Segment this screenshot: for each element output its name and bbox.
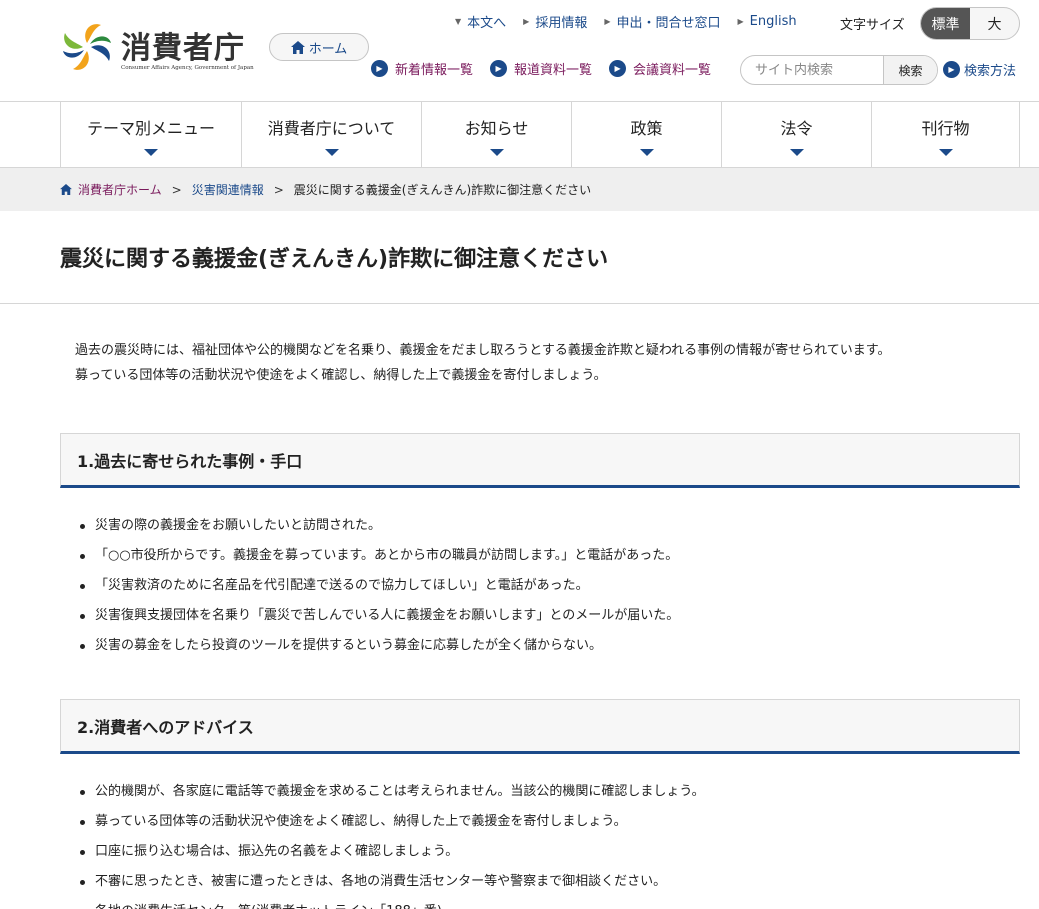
- circle-arrow-icon: ▶: [943, 61, 960, 78]
- home-icon: [290, 40, 305, 54]
- logo-subtitle: Consumer Affairs Agency, Government of J…: [121, 65, 254, 71]
- sublink-label: 報道資料一覧: [514, 63, 593, 78]
- toplink-label: 申出・問合せ窓口: [616, 16, 721, 31]
- toplink-label: English: [749, 14, 797, 29]
- header-sublinks: ▶ 新着情報一覧 ▶ 報道資料一覧 ▶ 会議資料一覧: [371, 59, 728, 78]
- list-item: 口座に振り込む場合は、振込先の名義をよく確認しましょう。: [77, 837, 1039, 867]
- top-links: ▼ 本文へ ▶ 採用情報 ▶ 申出・問合せ窓口 ▶ English: [455, 12, 814, 31]
- caret-down-icon: [938, 148, 953, 156]
- nav-label: 政策: [630, 118, 663, 138]
- breadcrumb-disaster-info[interactable]: 災害関連情報: [192, 181, 264, 198]
- list-item[interactable]: 各地の消費生活センター等(消費者ホットライン「188」番): [77, 897, 1039, 909]
- sublink-news-list[interactable]: ▶ 新着情報一覧: [371, 59, 473, 78]
- page-title: 震災に関する義援金(ぎえんきん)詐欺に御注意ください: [0, 211, 1039, 304]
- breadcrumb: 消費者庁ホーム > 災害関連情報 > 震災に関する義援金(ぎえんきん)詐欺に御注…: [0, 168, 1039, 211]
- pinwheel-logo-icon: [63, 24, 111, 70]
- nav-law[interactable]: 法令: [721, 102, 871, 168]
- section2-sublist: 各地の消費生活センター等(消費者ホットライン「188」番): [0, 897, 1039, 909]
- breadcrumb-home-label: 消費者庁ホーム: [78, 183, 162, 197]
- search-input[interactable]: [741, 56, 883, 84]
- toplink-english[interactable]: ▶ English: [738, 14, 797, 29]
- home-icon: [60, 184, 72, 195]
- toplink-recruit[interactable]: ▶ 採用情報: [523, 12, 587, 31]
- list-item: 災害の際の義援金をお願いしたいと訪問された。: [77, 511, 1039, 541]
- breadcrumb-separator: >: [273, 182, 284, 197]
- list-item: 災害復興支援団体を名乗り「震災で苦しんでいる人に義援金をお願いします」とのメール…: [77, 601, 1039, 631]
- toplink-label: 本文へ: [467, 16, 507, 31]
- section2-list: 公的機関が、各家庭に電話等で義援金を求めることは考えられません。当該公的機関に確…: [0, 777, 1039, 897]
- triangle-right-icon: ▶: [737, 17, 744, 26]
- toplink-skip-to-content[interactable]: ▼ 本文へ: [455, 12, 506, 31]
- sublink-label: 会議資料一覧: [633, 63, 712, 78]
- nav-about[interactable]: 消費者庁について: [241, 102, 421, 168]
- global-nav: テーマ別メニュー 消費者庁について お知らせ 政策 法令 刊行物: [0, 102, 1039, 168]
- nav-label: お知らせ: [464, 118, 529, 138]
- circle-arrow-icon: ▶: [609, 60, 627, 77]
- caret-down-icon: [639, 148, 654, 156]
- sublink-label: 新着情報一覧: [395, 63, 474, 78]
- font-size-label: 文字サイズ: [840, 18, 905, 33]
- list-item: 公的機関が、各家庭に電話等で義援金を求めることは考えられません。当該公的機関に確…: [77, 777, 1039, 807]
- triangle-right-icon: ▶: [604, 17, 611, 26]
- font-size-switcher: 標準 大: [920, 7, 1020, 40]
- font-size-standard-button[interactable]: 標準: [921, 8, 970, 39]
- intro-text: 過去の震災時には、福祉団体や公的機関などを名乗り、義援金をだまし取ろうとする義援…: [0, 304, 1039, 388]
- sublink-meeting-list[interactable]: ▶ 会議資料一覧: [609, 59, 711, 78]
- caret-down-icon: [144, 148, 158, 156]
- home-button[interactable]: ホーム: [269, 33, 369, 61]
- font-size-large-button[interactable]: 大: [970, 8, 1019, 39]
- breadcrumb-current: 震災に関する義援金(ぎえんきん)詐欺に御注意ください: [293, 183, 592, 197]
- list-item: 災害の募金をしたら投資のツールを提供するという募金に応募したが全く儲からない。: [77, 631, 1039, 661]
- search-button[interactable]: 検索: [883, 56, 937, 84]
- nav-label: 消費者庁について: [267, 118, 396, 138]
- nav-label: 法令: [780, 118, 813, 138]
- nav-label: テーマ別メニュー: [86, 118, 215, 138]
- caret-down-icon: [324, 148, 339, 156]
- logo-text: 消費者庁: [121, 31, 245, 66]
- nav-publications[interactable]: 刊行物: [871, 102, 1020, 168]
- section1-list: 災害の際の義援金をお願いしたいと訪問された。 「○○市役所からです。義援金を募っ…: [0, 511, 1039, 661]
- search-help-link[interactable]: ▶ 検索方法: [943, 60, 1016, 79]
- nav-notices[interactable]: お知らせ: [421, 102, 571, 168]
- triangle-down-icon: ▼: [455, 17, 462, 26]
- search-help-label: 検索方法: [964, 64, 1017, 79]
- nav-theme-menu[interactable]: テーマ別メニュー: [60, 102, 241, 168]
- intro-paragraph: 過去の震災時には、福祉団体や公的機関などを名乗り、義援金をだまし取ろうとする義援…: [75, 343, 891, 358]
- nav-policy[interactable]: 政策: [571, 102, 721, 168]
- section1-heading: 1.過去に寄せられた事例・手口: [60, 433, 1020, 488]
- triangle-right-icon: ▶: [523, 17, 530, 26]
- sublink-press-list[interactable]: ▶ 報道資料一覧: [490, 59, 592, 78]
- home-button-label: ホーム: [308, 41, 348, 57]
- list-item: 不審に思ったとき、被害に遭ったときは、各地の消費生活センター等や警察まで御相談く…: [77, 867, 1039, 897]
- intro-paragraph: 募っている団体等の活動状況や使途をよく確認し、納得した上で義援金を寄付しましょう…: [75, 368, 607, 383]
- list-item: 「○○市役所からです。義援金を募っています。あとから市の職員が訪問します。」と電…: [77, 541, 1039, 571]
- caret-down-icon: [789, 148, 804, 156]
- circle-arrow-icon: ▶: [490, 60, 508, 77]
- list-item: 「災害救済のために名産品を代引配達で送るので協力してほしい」と電話があった。: [77, 571, 1039, 601]
- nav-label: 刊行物: [921, 118, 970, 138]
- toplink-contact[interactable]: ▶ 申出・問合せ窓口: [604, 12, 720, 31]
- site-logo[interactable]: 消費者庁 Consumer Affairs Agency, Government…: [59, 19, 259, 79]
- site-search: 検索: [740, 55, 938, 85]
- caret-down-icon: [489, 148, 504, 156]
- site-header: 消費者庁 Consumer Affairs Agency, Government…: [0, 0, 1039, 102]
- list-item: 募っている団体等の活動状況や使途をよく確認し、納得した上で義援金を寄付しましょう…: [77, 807, 1039, 837]
- circle-arrow-icon: ▶: [371, 60, 388, 77]
- toplink-label: 採用情報: [535, 16, 588, 31]
- section2-heading: 2.消費者へのアドバイス: [60, 699, 1020, 754]
- breadcrumb-home[interactable]: 消費者庁ホーム: [60, 181, 162, 198]
- breadcrumb-separator: >: [171, 182, 182, 197]
